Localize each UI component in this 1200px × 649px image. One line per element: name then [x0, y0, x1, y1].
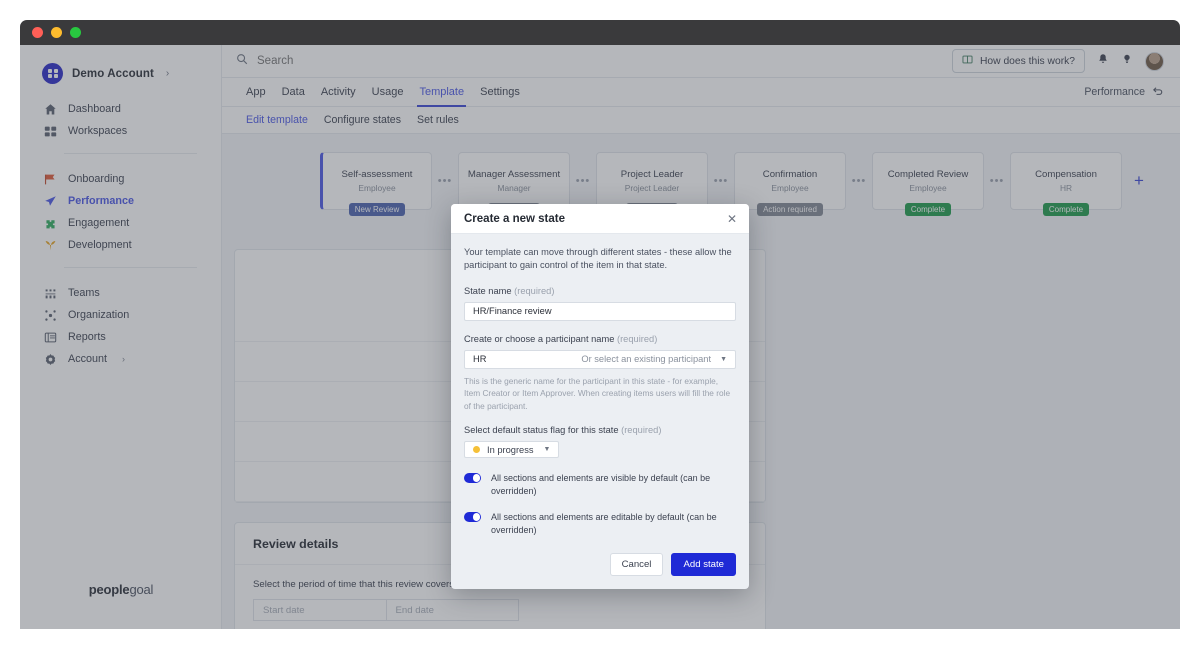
state-name-required: (required): [514, 285, 555, 296]
status-dot-icon: [473, 446, 480, 454]
visible-by-default-toggle[interactable]: [464, 473, 481, 483]
state-name-label-text: State name: [464, 285, 512, 296]
modal-intro-text: Your template can move through different…: [464, 247, 732, 271]
status-flag-label-text: Select default status flag for this stat…: [464, 425, 619, 436]
status-flag-label: Select default status flag for this stat…: [464, 425, 736, 435]
chevron-down-icon[interactable]: ▼: [544, 446, 551, 453]
cancel-button[interactable]: Cancel: [609, 552, 664, 576]
browser-window: Demo Account › Dashboard Workspaces Onbo…: [20, 20, 1180, 629]
participant-input[interactable]: HR Or select an existing participant ▼: [464, 349, 736, 369]
visible-by-default-label: All sections and elements are visible by…: [491, 473, 711, 496]
participant-label-text: Create or choose a participant name: [464, 333, 615, 344]
editable-by-default-toggle[interactable]: [464, 512, 481, 522]
app-viewport: Demo Account › Dashboard Workspaces Onbo…: [20, 45, 1180, 629]
add-state-submit-button[interactable]: Add state: [671, 552, 736, 576]
window-titlebar: [20, 20, 1180, 45]
modal-title: Create a new state: [464, 212, 565, 225]
editable-by-default-row: All sections and elements are editable b…: [464, 511, 736, 536]
minimize-window-button[interactable]: [51, 27, 62, 38]
status-flag-required: (required): [621, 425, 662, 436]
modal-body: Your template can move through different…: [451, 234, 749, 537]
create-state-modal: Create a new state ✕ Your template can m…: [451, 204, 749, 589]
page-root: Demo Account › Dashboard Workspaces Onbo…: [0, 0, 1200, 649]
visible-by-default-row: All sections and elements are visible by…: [464, 472, 736, 497]
modal-footer: Cancel Add state: [451, 537, 749, 589]
participant-select-hint: Or select an existing participant: [581, 354, 712, 365]
close-icon[interactable]: ✕: [727, 213, 737, 225]
close-window-button[interactable]: [32, 27, 43, 38]
state-name-value: HR/Finance review: [473, 306, 552, 317]
participant-label: Create or choose a participant name (req…: [464, 334, 736, 344]
state-name-label: State name (required): [464, 286, 736, 296]
editable-by-default-label: All sections and elements are editable b…: [491, 512, 717, 536]
status-flag-select[interactable]: In progress ▼: [464, 441, 560, 459]
status-flag-value: In progress: [487, 444, 534, 455]
state-name-input[interactable]: HR/Finance review: [464, 301, 736, 321]
maximize-window-button[interactable]: [70, 27, 81, 38]
modal-header: Create a new state ✕: [451, 204, 749, 234]
participant-required: (required): [616, 333, 658, 344]
participant-helper-text: This is the generic name for the partici…: [464, 375, 731, 411]
participant-value: HR: [473, 354, 487, 365]
chevron-down-icon[interactable]: ▼: [720, 356, 727, 363]
